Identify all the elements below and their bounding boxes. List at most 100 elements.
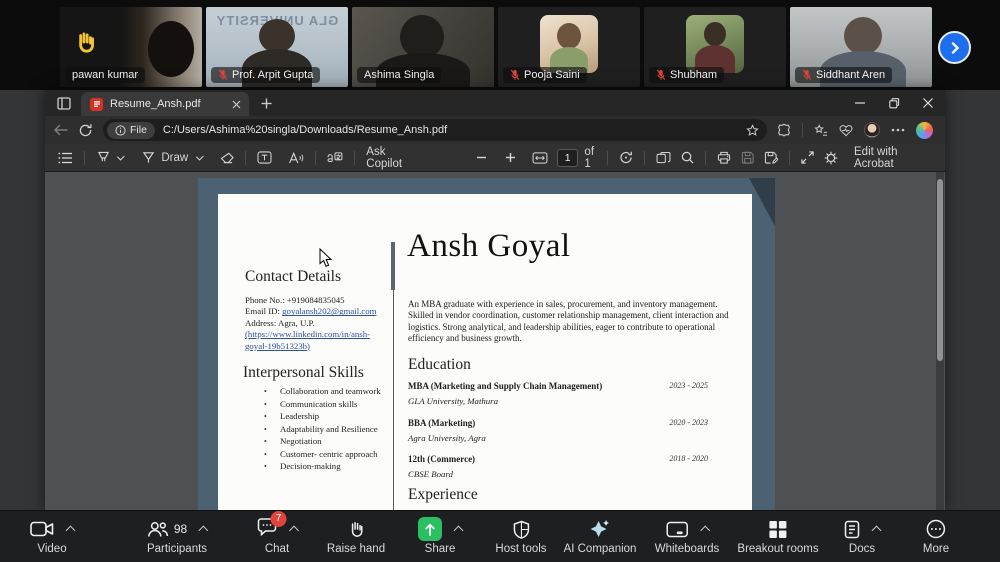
toolbar-ai-companion[interactable]: AI Companion bbox=[564, 516, 637, 555]
tab-close-icon[interactable] bbox=[232, 100, 241, 109]
browser-essentials-icon[interactable] bbox=[839, 124, 853, 137]
favorite-star-icon[interactable] bbox=[746, 124, 759, 137]
settings-more-icon[interactable] bbox=[891, 128, 905, 132]
pdf-scrollbar[interactable] bbox=[936, 172, 944, 510]
fullscreen-button[interactable] bbox=[796, 146, 819, 170]
dates: 2018 - 2020 bbox=[669, 454, 708, 464]
profile-avatar[interactable] bbox=[864, 122, 880, 138]
scheme-chip[interactable]: File bbox=[107, 122, 155, 139]
resume-page: Ansh Goyal An MBA graduate with experien… bbox=[218, 194, 752, 510]
browser-tab[interactable]: Resume_Ansh.pdf bbox=[81, 92, 249, 116]
participant-tile-arpit-gupta[interactable]: GLA UNIVERSITY Prof. Arpit Gupta bbox=[206, 7, 348, 87]
email-link[interactable]: goyalansh202@gmail.com bbox=[282, 306, 376, 316]
expand-icon bbox=[801, 151, 814, 164]
toolbar-share[interactable]: Share bbox=[418, 516, 462, 555]
acrobat-label: Edit with Acrobat bbox=[854, 146, 930, 170]
page-view-button[interactable] bbox=[651, 146, 676, 170]
education-entry: BBA (Marketing) 2020 - 2023 bbox=[408, 418, 708, 428]
zoom-out-button[interactable] bbox=[471, 146, 492, 170]
participants-options-chevron[interactable] bbox=[199, 526, 209, 536]
draw-dropdown-chevron[interactable] bbox=[196, 152, 204, 160]
address-url-field[interactable]: File C:/Users/Ashima%20singla/Downloads/… bbox=[103, 119, 767, 141]
toolbar-chat[interactable]: 7 Chat bbox=[257, 516, 298, 555]
table-of-contents-button[interactable] bbox=[53, 146, 78, 170]
participant-tile-shubham[interactable]: Shubham bbox=[644, 7, 786, 87]
close-button[interactable] bbox=[911, 90, 945, 116]
docs-icon bbox=[844, 520, 860, 539]
rotate-button[interactable] bbox=[614, 146, 638, 170]
toolbar-whiteboards[interactable]: Whiteboards bbox=[655, 516, 720, 555]
copilot-icon[interactable] bbox=[916, 122, 933, 139]
avatar bbox=[540, 15, 598, 73]
toolbar-host-tools[interactable]: Host tools bbox=[495, 516, 546, 555]
erase-button[interactable] bbox=[215, 146, 239, 170]
participant-name: Siddhant Aren bbox=[816, 69, 885, 81]
toolbar-label: Whiteboards bbox=[655, 543, 720, 555]
next-participants-button[interactable] bbox=[938, 31, 971, 64]
pdf-settings-button[interactable] bbox=[819, 146, 843, 170]
toolbar-raise-hand[interactable]: Raise hand bbox=[327, 516, 385, 555]
toolbar-label: Docs bbox=[849, 543, 875, 555]
linkedin-link[interactable]: (https://www.linkedin.com/in/ansh-goyal-… bbox=[245, 329, 385, 352]
school: CBSE Board bbox=[408, 469, 453, 479]
participant-tile-pawan-kumar[interactable]: pawan kumar bbox=[60, 7, 202, 87]
edit-with-acrobat-button[interactable]: Edit with Acrobat bbox=[849, 146, 935, 170]
translate-button[interactable] bbox=[321, 146, 348, 170]
participant-name-label: Prof. Arpit Gupta bbox=[211, 67, 320, 83]
highlight-dropdown-chevron[interactable] bbox=[117, 152, 125, 160]
divider bbox=[84, 151, 85, 165]
toolbar-docs[interactable]: Docs bbox=[844, 516, 880, 555]
participant-name-label: Pooja Saini bbox=[503, 67, 587, 83]
refresh-button[interactable] bbox=[73, 124, 97, 137]
search-button[interactable] bbox=[676, 146, 699, 170]
toolbar-breakout-rooms[interactable]: Breakout rooms bbox=[737, 516, 818, 555]
toolbar-label: AI Companion bbox=[564, 543, 637, 555]
save-as-button[interactable] bbox=[759, 146, 783, 170]
back-button[interactable] bbox=[49, 124, 73, 136]
whiteboards-options-chevron[interactable] bbox=[700, 526, 710, 536]
video-options-chevron[interactable] bbox=[66, 526, 76, 536]
browser-tab-strip: Resume_Ansh.pdf bbox=[45, 90, 945, 116]
participant-tile-pooja-saini[interactable]: Pooja Saini bbox=[498, 7, 640, 87]
restore-button[interactable] bbox=[877, 90, 911, 116]
draw-button[interactable]: Draw bbox=[137, 146, 193, 170]
chat-badge: 7 bbox=[271, 511, 287, 527]
participants-count: 98 bbox=[174, 522, 187, 536]
zoom-in-button[interactable] bbox=[500, 146, 521, 170]
toolbar-label: More bbox=[923, 543, 949, 555]
page-number-input[interactable]: 1 bbox=[557, 149, 579, 167]
scrollbar-thumb[interactable] bbox=[937, 179, 943, 361]
tab-actions-button[interactable] bbox=[55, 95, 73, 111]
save-button[interactable] bbox=[736, 146, 759, 170]
fit-to-width-button[interactable] bbox=[527, 146, 553, 170]
chat-options-chevron[interactable] bbox=[289, 526, 299, 536]
extensions-icon[interactable] bbox=[777, 123, 791, 137]
pdf-viewer-toolbar: Draw Ask Copilot bbox=[45, 144, 945, 172]
toolbar-more[interactable]: More bbox=[923, 516, 949, 555]
print-button[interactable] bbox=[712, 146, 736, 170]
toolbar-video[interactable]: Video bbox=[30, 516, 74, 555]
rotate-icon bbox=[619, 151, 633, 164]
contact-email: Email ID: goyalansh202@gmail.com bbox=[245, 306, 385, 317]
divider bbox=[354, 151, 355, 165]
read-aloud-button[interactable] bbox=[283, 146, 309, 170]
degree: 12th (Commerce) bbox=[408, 454, 475, 464]
highlight-button[interactable] bbox=[91, 146, 116, 170]
collections-icon[interactable] bbox=[814, 124, 828, 137]
shared-screen-area: Resume_Ansh.pdf bbox=[0, 90, 1000, 510]
ask-copilot-button[interactable]: Ask Copilot bbox=[361, 146, 423, 170]
add-text-button[interactable] bbox=[252, 146, 277, 170]
window-controls bbox=[843, 90, 945, 116]
participant-tile-ashima-singla[interactable]: Ashima Singla bbox=[352, 7, 494, 87]
pdf-file-icon bbox=[90, 98, 103, 111]
participant-tile-siddhant-aren[interactable]: Siddhant Aren bbox=[790, 7, 932, 87]
minimize-button[interactable] bbox=[843, 90, 877, 116]
mic-muted-icon bbox=[802, 69, 812, 81]
share-options-chevron[interactable] bbox=[454, 526, 464, 536]
toolbar-participants[interactable]: 98 Participants bbox=[147, 516, 207, 555]
info-icon bbox=[115, 125, 126, 136]
docs-options-chevron[interactable] bbox=[872, 526, 882, 536]
zoom-meeting-window: pawan kumar GLA UNIVERSITY Prof. Arpit G… bbox=[0, 0, 1000, 562]
new-tab-button[interactable] bbox=[261, 98, 272, 109]
draw-label: Draw bbox=[161, 152, 188, 164]
